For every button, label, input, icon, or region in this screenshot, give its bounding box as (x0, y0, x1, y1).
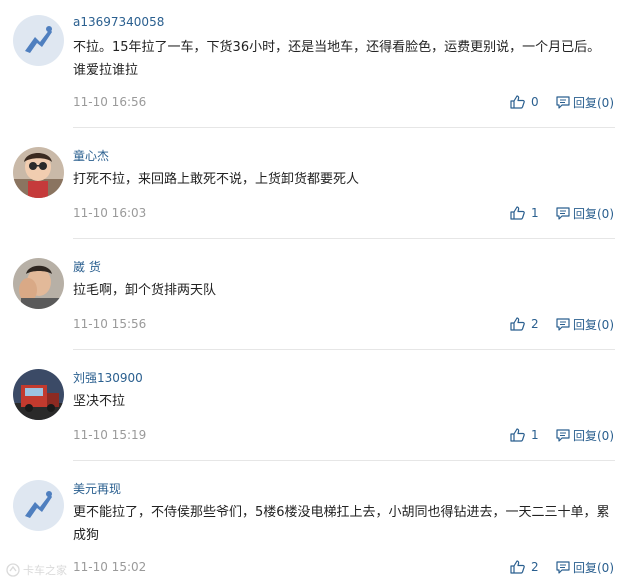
comment-username[interactable]: a13697340058 (73, 15, 164, 29)
like-count: 2 (531, 317, 539, 331)
reply-label: 回复(0) (573, 95, 614, 110)
comment-text: 不拉。15年拉了一车，下货36小时，还是当地车，还得看脸色，运费更别说，一个月已… (73, 40, 601, 78)
reply-button[interactable]: 回复(0) (556, 316, 614, 332)
thumbs-up-icon (510, 206, 525, 220)
comment-username[interactable]: 崴 货 (73, 258, 101, 275)
reply-icon (556, 95, 570, 109)
like-count: 1 (531, 428, 539, 442)
comment-username[interactable]: 刘强130900 (73, 369, 143, 386)
comment-timestamp: 11-10 15:02 (73, 560, 147, 574)
user-avatar[interactable] (13, 258, 64, 309)
reply-label: 回复(0) (573, 317, 614, 332)
watermark: 卡车之家 (6, 562, 67, 578)
comment-divider (73, 238, 615, 239)
thumbs-up-icon (510, 95, 525, 109)
user-avatar[interactable] (13, 369, 64, 420)
reply-button[interactable]: 回复(0) (556, 559, 614, 575)
user-avatar[interactable] (13, 147, 64, 198)
like-button[interactable]: 1 (510, 427, 539, 443)
like-count: 1 (531, 206, 539, 220)
reply-label: 回复(0) (573, 560, 614, 575)
comment-timestamp: 11-10 15:19 (73, 428, 147, 442)
thumbs-up-icon (510, 428, 525, 442)
thumbs-up-icon (510, 560, 525, 574)
default-avatar[interactable] (13, 15, 64, 66)
like-button[interactable]: 2 (510, 559, 539, 575)
like-button[interactable]: 2 (510, 316, 539, 332)
reply-label: 回复(0) (573, 428, 614, 443)
reply-button[interactable]: 回复(0) (556, 205, 614, 221)
comment-timestamp: 11-10 15:56 (73, 317, 147, 331)
reply-icon (556, 428, 570, 442)
reply-icon (556, 317, 570, 331)
comment-text: 打死不拉，来回路上敢死不说，上货卸货都要死人 (73, 172, 360, 187)
comment-divider (73, 460, 615, 461)
watermark-text: 卡车之家 (23, 564, 67, 577)
like-button[interactable]: 1 (510, 205, 539, 221)
comment-username[interactable]: 美元再现 (73, 480, 121, 497)
reply-icon (556, 560, 570, 574)
comment-text: 拉毛啊，卸个货排两天队 (73, 283, 217, 298)
comment-text: 坚决不拉 (73, 394, 126, 409)
comment-timestamp: 11-10 16:03 (73, 206, 147, 220)
watermark-logo-icon (6, 563, 20, 577)
like-count: 0 (531, 95, 539, 109)
thumbs-up-icon (510, 317, 525, 331)
reply-icon (556, 206, 570, 220)
comment-timestamp: 11-10 16:56 (73, 95, 147, 109)
reply-label: 回复(0) (573, 206, 614, 221)
comment-divider (73, 127, 615, 128)
like-count: 2 (531, 560, 539, 574)
reply-button[interactable]: 回复(0) (556, 94, 614, 110)
comment-text: 更不能拉了，不侍侯那些爷们，5楼6楼没电梯扛上去，小胡同也得钻进去，一天二三十单… (73, 505, 610, 543)
like-button[interactable]: 0 (510, 94, 539, 110)
comment-username[interactable]: 童心杰 (73, 147, 109, 164)
reply-button[interactable]: 回复(0) (556, 427, 614, 443)
comment-divider (73, 349, 615, 350)
default-avatar[interactable] (13, 480, 64, 531)
